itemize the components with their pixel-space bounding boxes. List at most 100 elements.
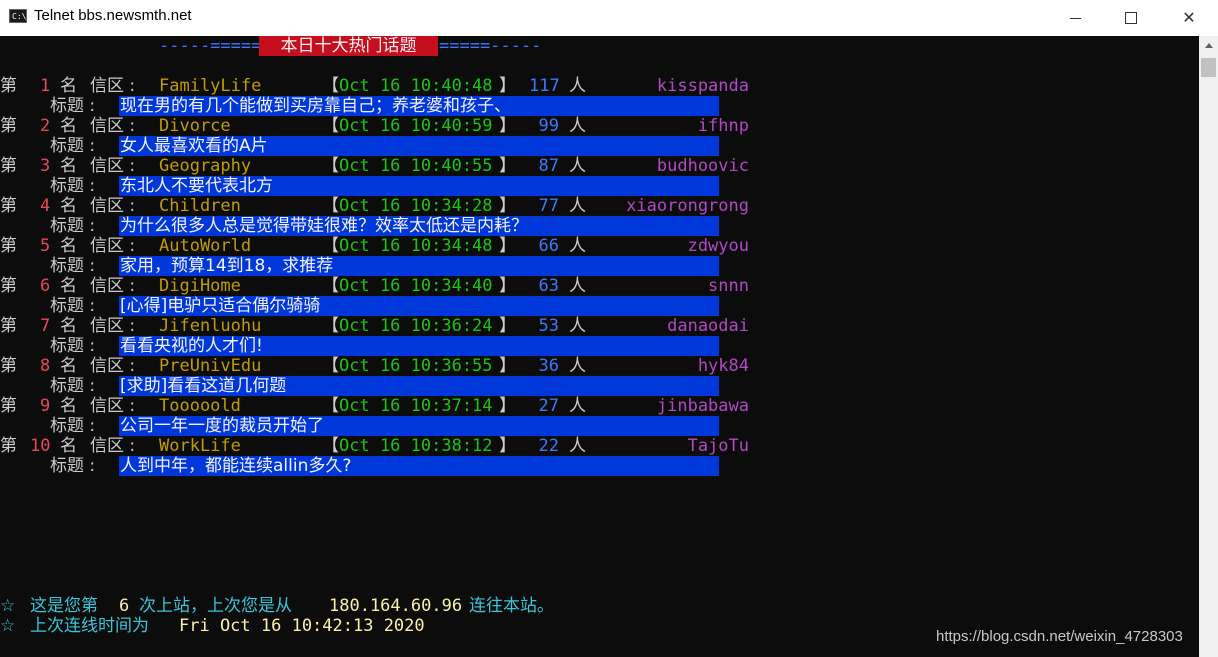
topic-author[interactable]: budhoovic <box>600 156 749 176</box>
rank-prefix: 第 <box>0 196 17 216</box>
close-bracket: 】 <box>499 356 516 376</box>
topic-subject[interactable]: 为什么很多人总是觉得带娃很难？效率太低还是内耗？ <box>119 216 719 236</box>
topic-subject[interactable]: 公司一年一度的裁员开始了 <box>119 416 719 436</box>
topic-time: Oct 16 10:34:40 <box>339 276 493 296</box>
topic-count: 27 <box>538 396 559 416</box>
rank-suffix: 名 <box>60 316 77 336</box>
footer-text-a: 这是您第 <box>30 596 98 616</box>
topic-subject[interactable]: [求助]看看这道几何题 <box>119 376 719 396</box>
close-bracket: 】 <box>499 116 516 136</box>
close-bracket: 】 <box>499 396 516 416</box>
open-bracket: 【 <box>322 236 339 256</box>
topic-author[interactable]: kisspanda <box>600 76 749 96</box>
vertical-scrollbar[interactable] <box>1199 36 1218 657</box>
subject-label: 标题 : <box>50 296 96 316</box>
star-icon: ☆ <box>0 616 16 636</box>
subject-label: 标题 : <box>50 216 96 236</box>
topic-author[interactable]: TajoTu <box>600 436 749 456</box>
rank-suffix: 名 <box>60 396 77 416</box>
open-bracket: 【 <box>322 196 339 216</box>
window-titlebar[interactable]: C:\. Telnet bbs.newsmth.net ✕ <box>0 0 1218 37</box>
topic-board[interactable]: FamilyLife <box>159 76 261 96</box>
topic-board[interactable]: AutoWorld <box>159 236 251 256</box>
topic-rank: 7 <box>40 316 51 336</box>
topic-time: Oct 16 10:40:55 <box>339 156 493 176</box>
footer-text-time-label: 上次连线时间为 <box>30 616 149 636</box>
topic-board[interactable]: DigiHome <box>159 276 241 296</box>
login-count: 6 <box>119 596 130 616</box>
people-unit: 人 <box>569 436 586 456</box>
topic-rank: 4 <box>40 196 51 216</box>
topic-author[interactable]: hyk84 <box>600 356 749 376</box>
topic-subject[interactable]: 人到中年，都能连续allin多久? <box>119 456 719 476</box>
minimize-button[interactable] <box>1046 0 1104 36</box>
topic-author[interactable]: snnn <box>600 276 749 296</box>
topic-count: 36 <box>538 356 559 376</box>
rank-prefix: 第 <box>0 76 17 96</box>
footer-text-b: 次上站，上次您是从 <box>139 596 292 616</box>
topic-board[interactable]: WorkLife <box>159 436 241 456</box>
topic-time: Oct 16 10:34:28 <box>339 196 493 216</box>
people-unit: 人 <box>569 236 586 256</box>
rank-prefix: 第 <box>0 276 17 296</box>
topic-subject[interactable]: 家用，预算14到18，求推荐 <box>119 256 719 276</box>
topic-count: 22 <box>538 436 559 456</box>
people-unit: 人 <box>569 316 586 336</box>
topic-board[interactable]: Tooooold <box>159 396 241 416</box>
topic-subject[interactable]: 东北人不要代表北方 <box>119 176 719 196</box>
topic-time: Oct 16 10:36:24 <box>339 316 493 336</box>
topic-count: 99 <box>538 116 559 136</box>
topic-rank: 3 <box>40 156 51 176</box>
subject-label: 标题 : <box>50 176 96 196</box>
rank-prefix: 第 <box>0 116 17 136</box>
topic-count: 63 <box>538 276 559 296</box>
topic-board[interactable]: Children <box>159 196 241 216</box>
rank-prefix: 第 <box>0 396 17 416</box>
maximize-icon <box>1125 12 1137 24</box>
close-icon: ✕ <box>1182 10 1196 27</box>
board-label: 信区 : <box>90 356 136 376</box>
open-bracket: 【 <box>322 436 339 456</box>
close-bracket: 】 <box>499 196 516 216</box>
topic-author[interactable]: xiaorongrong <box>600 196 749 216</box>
banner-title: 本日十大热门话题 <box>259 36 438 56</box>
open-bracket: 【 <box>322 76 339 96</box>
banner-left-decor: -----===== <box>159 36 262 56</box>
topic-author[interactable]: jinbabawa <box>600 396 749 416</box>
subject-label: 标题 : <box>50 416 96 436</box>
topic-subject[interactable]: 现在男的有几个能做到买房靠自己；养老婆和孩子、 <box>119 96 719 116</box>
rank-suffix: 名 <box>60 276 77 296</box>
people-unit: 人 <box>569 396 586 416</box>
people-unit: 人 <box>569 196 586 216</box>
topic-count: 77 <box>538 196 559 216</box>
topic-board[interactable]: Geography <box>159 156 251 176</box>
topic-count: 117 <box>529 76 560 96</box>
people-unit: 人 <box>569 76 586 96</box>
scroll-up-button[interactable] <box>1199 36 1218 54</box>
topic-subject[interactable]: 女人最喜欢看的A片 <box>119 136 719 156</box>
topic-board[interactable]: Jifenluohu <box>159 316 261 336</box>
topic-rank: 8 <box>40 356 51 376</box>
board-label: 信区 : <box>90 236 136 256</box>
topic-board[interactable]: Divorce <box>159 116 231 136</box>
subject-label: 标题 : <box>50 256 96 276</box>
board-label: 信区 : <box>90 76 136 96</box>
rank-suffix: 名 <box>60 116 77 136</box>
scrollbar-thumb[interactable] <box>1201 58 1216 77</box>
maximize-button[interactable] <box>1102 0 1160 36</box>
topic-subject[interactable]: [心得]电驴只适合偶尔骑骑 <box>119 296 719 316</box>
terminal-screen[interactable]: -----===== 本日十大热门话题 =====----- 第 1 名信区 : Fa… <box>0 36 1199 657</box>
topic-subject[interactable]: 看看央视的人才们! <box>119 336 719 356</box>
topic-author[interactable]: ifhnp <box>600 116 749 136</box>
star-icon: ☆ <box>0 596 16 616</box>
topic-board[interactable]: PreUnivEdu <box>159 356 261 376</box>
topic-author[interactable]: danaodai <box>600 316 749 336</box>
last-ip: 180.164.60.96 <box>329 596 463 616</box>
rank-prefix: 第 <box>0 156 17 176</box>
topic-count: 53 <box>538 316 559 336</box>
open-bracket: 【 <box>322 156 339 176</box>
rank-prefix: 第 <box>0 316 17 336</box>
banner-right-decor: =====----- <box>439 36 542 56</box>
topic-author[interactable]: zdwyou <box>600 236 749 256</box>
close-button[interactable]: ✕ <box>1160 0 1218 36</box>
